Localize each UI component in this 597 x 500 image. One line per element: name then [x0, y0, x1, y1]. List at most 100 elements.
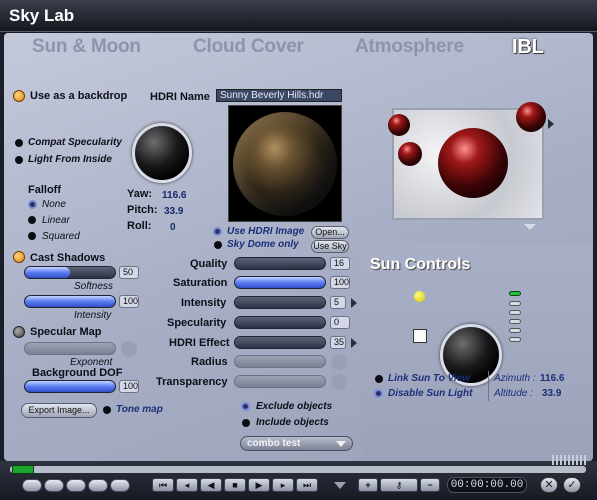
- disable-sun-light-radio[interactable]: [374, 389, 383, 398]
- falloff-none-label: None: [42, 199, 66, 210]
- backdrop-toggle-led[interactable]: [13, 90, 25, 102]
- timeline-playhead[interactable]: [12, 465, 34, 474]
- softness-slider-fill: [25, 267, 70, 278]
- shadow-intensity-value[interactable]: 100: [119, 295, 139, 308]
- cast-shadows-toggle-led[interactable]: [13, 251, 25, 263]
- hdri-effect-value[interactable]: 35: [330, 336, 346, 349]
- saturation-label: Saturation: [173, 277, 228, 289]
- altitude-label: Altitude :: [494, 388, 533, 399]
- exponent-value-placeholder: [121, 341, 137, 357]
- play-reverse-icon[interactable]: ◀: [200, 478, 222, 492]
- sky-dome-only-radio[interactable]: [214, 241, 222, 249]
- intensity-label: Intensity: [181, 297, 227, 309]
- layer-slot-button[interactable]: [88, 479, 108, 492]
- sun-intensity-ladder[interactable]: [509, 291, 521, 343]
- include-objects-radio[interactable]: [242, 419, 250, 427]
- sun-controls-title: Sun Controls: [370, 256, 471, 273]
- key-icon[interactable]: ⚷: [380, 478, 418, 492]
- roll-value[interactable]: 0: [170, 222, 176, 233]
- tab-bar: Sun & Moon Cloud Cover Atmosphere IBL: [4, 33, 593, 61]
- falloff-none-radio[interactable]: [28, 200, 37, 209]
- intensity-slider[interactable]: [234, 296, 326, 309]
- close-icon[interactable]: ✕: [540, 477, 558, 493]
- check-icon[interactable]: ✓: [563, 477, 581, 493]
- preview-expand-right-icon[interactable]: [548, 119, 554, 129]
- hdri-name-label: HDRI Name: [150, 91, 210, 103]
- layer-slot-button[interactable]: [110, 479, 130, 492]
- saturation-slider[interactable]: [234, 276, 326, 289]
- skip-to-end-icon[interactable]: ⏭: [296, 478, 318, 492]
- falloff-linear-radio[interactable]: [28, 216, 36, 224]
- compat-specularity-toggle[interactable]: [15, 139, 23, 147]
- step-back-icon[interactable]: ◂: [176, 478, 198, 492]
- combo-dropdown-value: combo test: [247, 438, 301, 449]
- link-sun-to-view-label: Link Sun To View: [388, 373, 471, 384]
- use-sky-button[interactable]: Use Sky: [311, 240, 349, 253]
- use-hdri-image-radio[interactable]: [213, 227, 222, 236]
- play-icon[interactable]: ▶: [248, 478, 270, 492]
- sun-color-swatch[interactable]: [413, 329, 427, 343]
- pitch-label: Pitch:: [127, 204, 158, 216]
- tone-map-toggle[interactable]: [103, 406, 111, 414]
- backdrop-label: Use as a backdrop: [30, 90, 128, 102]
- layer-slot-button[interactable]: [22, 479, 42, 492]
- specular-map-toggle-led[interactable]: [13, 326, 25, 338]
- background-dof-slider[interactable]: [24, 380, 116, 393]
- export-image-button[interactable]: Export Image...: [21, 403, 97, 418]
- intensity-expand-icon[interactable]: [351, 298, 357, 308]
- combo-dropdown[interactable]: combo test: [240, 436, 353, 451]
- yaw-value[interactable]: 116.6: [162, 190, 186, 201]
- falloff-squared-radio[interactable]: [28, 232, 36, 240]
- altitude-value[interactable]: 33.9: [542, 388, 561, 399]
- hdri-name-field[interactable]: Sunny Beverly Hills.hdr: [216, 89, 342, 102]
- exclude-objects-radio[interactable]: [241, 402, 250, 411]
- hdri-effect-slider[interactable]: [234, 336, 326, 349]
- add-keyframe-icon[interactable]: +: [358, 478, 378, 492]
- exponent-slider[interactable]: [24, 342, 116, 355]
- open-hdri-button[interactable]: Open...: [311, 226, 349, 239]
- azimuth-value[interactable]: 116.6: [540, 373, 564, 384]
- hdri-effect-expand-icon[interactable]: [351, 338, 357, 348]
- preview-sphere: [438, 128, 508, 198]
- tab-cloud-cover[interactable]: Cloud Cover: [193, 36, 304, 58]
- sun-position-indicator[interactable]: [414, 291, 425, 302]
- shadow-intensity-slider[interactable]: [24, 295, 116, 308]
- remove-keyframe-icon[interactable]: −: [420, 478, 440, 492]
- specularity-slider[interactable]: [234, 316, 326, 329]
- tone-map-label: Tone map: [116, 404, 163, 415]
- softness-value[interactable]: 50: [119, 266, 139, 279]
- use-hdri-image-label: Use HDRI Image: [227, 226, 305, 237]
- saturation-value[interactable]: 100: [330, 276, 350, 289]
- falloff-label: Falloff: [28, 184, 61, 196]
- tab-atmosphere[interactable]: Atmosphere: [355, 36, 464, 58]
- sun-level-step: [509, 337, 521, 342]
- preview-sphere: [398, 142, 422, 166]
- transparency-slider[interactable]: [234, 375, 326, 388]
- skip-to-start-icon[interactable]: ⏮: [152, 478, 174, 492]
- tab-sun-moon[interactable]: Sun & Moon: [32, 36, 141, 58]
- layer-slot-button[interactable]: [44, 479, 64, 492]
- background-dof-value[interactable]: 100: [119, 380, 139, 393]
- hdri-rotation-sphere[interactable]: [132, 123, 192, 183]
- specularity-label: Specularity: [167, 317, 227, 329]
- intensity-value[interactable]: 5: [330, 296, 346, 309]
- cast-shadows-label: Cast Shadows: [30, 252, 106, 264]
- radius-slider[interactable]: [234, 355, 326, 368]
- step-forward-icon[interactable]: ▸: [272, 478, 294, 492]
- render-preview: [388, 102, 546, 220]
- preview-expand-down-icon[interactable]: [524, 224, 536, 230]
- specularity-value[interactable]: 0: [330, 316, 350, 329]
- quality-slider[interactable]: [234, 257, 326, 270]
- tab-ibl[interactable]: IBL: [512, 36, 544, 59]
- stop-icon[interactable]: ■: [224, 478, 246, 492]
- timeline-track[interactable]: [10, 465, 586, 474]
- layer-slot-button[interactable]: [66, 479, 86, 492]
- sun-level-step: [509, 310, 521, 315]
- softness-slider[interactable]: [24, 266, 116, 279]
- shadow-intensity-label: Intensity: [74, 310, 112, 321]
- pitch-value[interactable]: 33.9: [164, 206, 183, 217]
- timeline-menu-chevron-icon[interactable]: [334, 482, 346, 489]
- light-from-inside-toggle[interactable]: [15, 156, 23, 164]
- quality-value[interactable]: 16: [330, 257, 350, 270]
- link-sun-to-view-toggle[interactable]: [375, 375, 383, 383]
